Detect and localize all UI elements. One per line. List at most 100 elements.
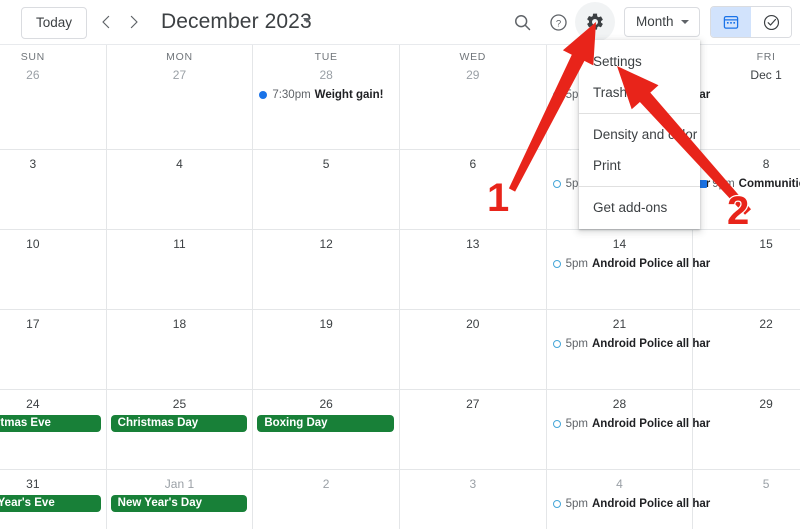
day-number[interactable]: 11 [107, 234, 253, 254]
day-cell[interactable]: 21 5pm Android Police all har [547, 310, 710, 389]
day-cell[interactable]: 2 [253, 470, 400, 529]
timed-event[interactable]: 5pmAndroid Police all har [547, 255, 710, 272]
day-number[interactable]: 15 [693, 234, 800, 254]
day-cell[interactable]: 31New Year's Eve [0, 470, 107, 529]
tasks-view-toggle[interactable] [751, 7, 791, 37]
chevron-down-icon [681, 20, 689, 24]
day-cell[interactable]: 4 5pm Android Police all har [547, 470, 710, 529]
day-number[interactable]: 31 [0, 474, 106, 494]
day-number[interactable]: 3 [400, 474, 546, 494]
day-number[interactable]: 28 [547, 394, 693, 414]
day-number[interactable]: 21 [547, 314, 693, 334]
day-number[interactable]: 17 [0, 314, 106, 334]
previous-period-button[interactable] [91, 7, 121, 37]
day-number[interactable]: 4 [547, 474, 693, 494]
day-number[interactable]: Jan 1 [107, 474, 253, 494]
day-number[interactable]: 2 [253, 474, 399, 494]
timed-event[interactable]: 5pmAndroid Police all har [547, 335, 710, 352]
all-day-event-chip[interactable]: Boxing Day [257, 415, 394, 432]
day-number[interactable]: 18 [107, 314, 253, 334]
day-number[interactable]: 24 [0, 394, 106, 414]
day-number[interactable]: 26 [0, 65, 106, 85]
day-cell[interactable]: 5 [253, 150, 400, 229]
day-cell[interactable]: 3 [0, 150, 107, 229]
day-number[interactable]: 5 [253, 154, 399, 174]
chevron-left-icon [102, 15, 110, 29]
day-cell[interactable]: 6 [400, 150, 547, 229]
calendar-view-toggle[interactable] [711, 7, 751, 37]
day-number[interactable]: 12 [253, 234, 399, 254]
day-number[interactable]: 8 [693, 154, 800, 174]
today-button[interactable]: Today [21, 7, 88, 39]
day-number[interactable]: 28 [253, 65, 399, 85]
search-button[interactable] [502, 2, 542, 42]
day-cell[interactable]: 22 [693, 310, 800, 389]
day-number[interactable]: 26 [253, 394, 399, 414]
event-time: 5pm [565, 417, 588, 430]
day-cell[interactable]: SUN 26 [0, 45, 107, 149]
all-day-event-chip[interactable]: Christmas Eve [0, 415, 101, 432]
day-number[interactable]: 29 [693, 394, 800, 414]
day-cell[interactable]: 25 Christmas Day [107, 390, 254, 469]
timed-event[interactable]: 7:30pm Weight gain! [253, 86, 399, 103]
day-cell[interactable]: TUE 28 7:30pm Weight gain! [253, 45, 400, 149]
settings-menu-button[interactable] [575, 2, 615, 42]
view-select-button[interactable]: Month [624, 7, 700, 37]
day-cell[interactable]: 24Christmas Eve [0, 390, 107, 469]
day-cell[interactable]: 15 [693, 230, 800, 309]
day-cell[interactable]: 29 [693, 390, 800, 469]
day-cell[interactable]: 13 [400, 230, 547, 309]
day-cell[interactable]: 28 5pm Android Police all har [547, 390, 710, 469]
all-day-event-chip[interactable]: New Year's Day [110, 495, 248, 512]
day-cell[interactable]: 26 Boxing Day [253, 390, 400, 469]
day-number[interactable]: 13 [400, 234, 546, 254]
menu-item-density-and-color[interactable]: Density and color [579, 119, 700, 150]
day-cell[interactable]: Jan 1 New Year's Day [107, 470, 254, 529]
day-number[interactable]: 4 [107, 154, 253, 174]
day-events: 5pmAndroid Police all har [547, 255, 710, 272]
event-color-dot-icon [259, 90, 268, 99]
google-calendar-month-view: Today December 2023 ? Month SUN 26 MON 2… [0, 0, 800, 529]
day-number[interactable]: 20 [400, 314, 546, 334]
day-number[interactable]: 27 [400, 394, 546, 414]
day-cell[interactable]: 10 [0, 230, 107, 309]
all-day-event-chip[interactable]: Christmas Day [110, 415, 248, 432]
menu-item-settings[interactable]: Settings [579, 46, 700, 77]
day-number[interactable]: 22 [693, 314, 800, 334]
day-number[interactable]: 5 [693, 474, 800, 494]
day-number[interactable]: Dec 1 [693, 65, 800, 85]
event-time: 5pm [565, 337, 588, 350]
day-number[interactable]: 29 [400, 65, 546, 85]
day-cell[interactable]: MON 27 [107, 45, 254, 149]
next-period-button[interactable] [119, 7, 149, 37]
timed-event[interactable]: 5pmAndroid Police all har [547, 415, 710, 432]
day-cell[interactable]: FRI Dec 1 [693, 45, 800, 149]
day-number[interactable]: 19 [253, 314, 399, 334]
weekday-header: MON [166, 51, 193, 63]
timed-event[interactable]: 5pmAndroid Police all har [547, 495, 710, 512]
day-cell[interactable]: 3 [400, 470, 547, 529]
period-dropdown-caret-icon[interactable] [303, 18, 311, 23]
day-cell[interactable]: 11 [107, 230, 254, 309]
menu-item-get-add-ons[interactable]: Get add-ons [579, 192, 700, 223]
day-cell[interactable]: 18 [107, 310, 254, 389]
day-cell[interactable]: 20 [400, 310, 547, 389]
menu-item-print[interactable]: Print [579, 150, 700, 181]
menu-item-trash[interactable]: Trash [579, 77, 700, 108]
all-day-event-chip[interactable]: New Year's Eve [0, 495, 101, 512]
day-number[interactable]: 10 [0, 234, 106, 254]
day-number[interactable]: 6 [400, 154, 546, 174]
day-cell[interactable]: 27 [400, 390, 547, 469]
day-number[interactable]: 25 [107, 394, 253, 414]
day-cell[interactable]: 17 [0, 310, 107, 389]
day-cell[interactable]: 19 [253, 310, 400, 389]
day-cell[interactable]: 5 [693, 470, 800, 529]
day-cell[interactable]: 12 [253, 230, 400, 309]
day-number[interactable]: 14 [547, 234, 693, 254]
day-number[interactable]: 27 [107, 65, 253, 85]
day-cell[interactable]: 4 [107, 150, 254, 229]
support-button[interactable]: ? [538, 2, 578, 42]
day-cell[interactable]: WED 29 [400, 45, 547, 149]
day-cell[interactable]: 14 5pm Android Police all har [547, 230, 710, 309]
day-number[interactable]: 3 [0, 154, 106, 174]
